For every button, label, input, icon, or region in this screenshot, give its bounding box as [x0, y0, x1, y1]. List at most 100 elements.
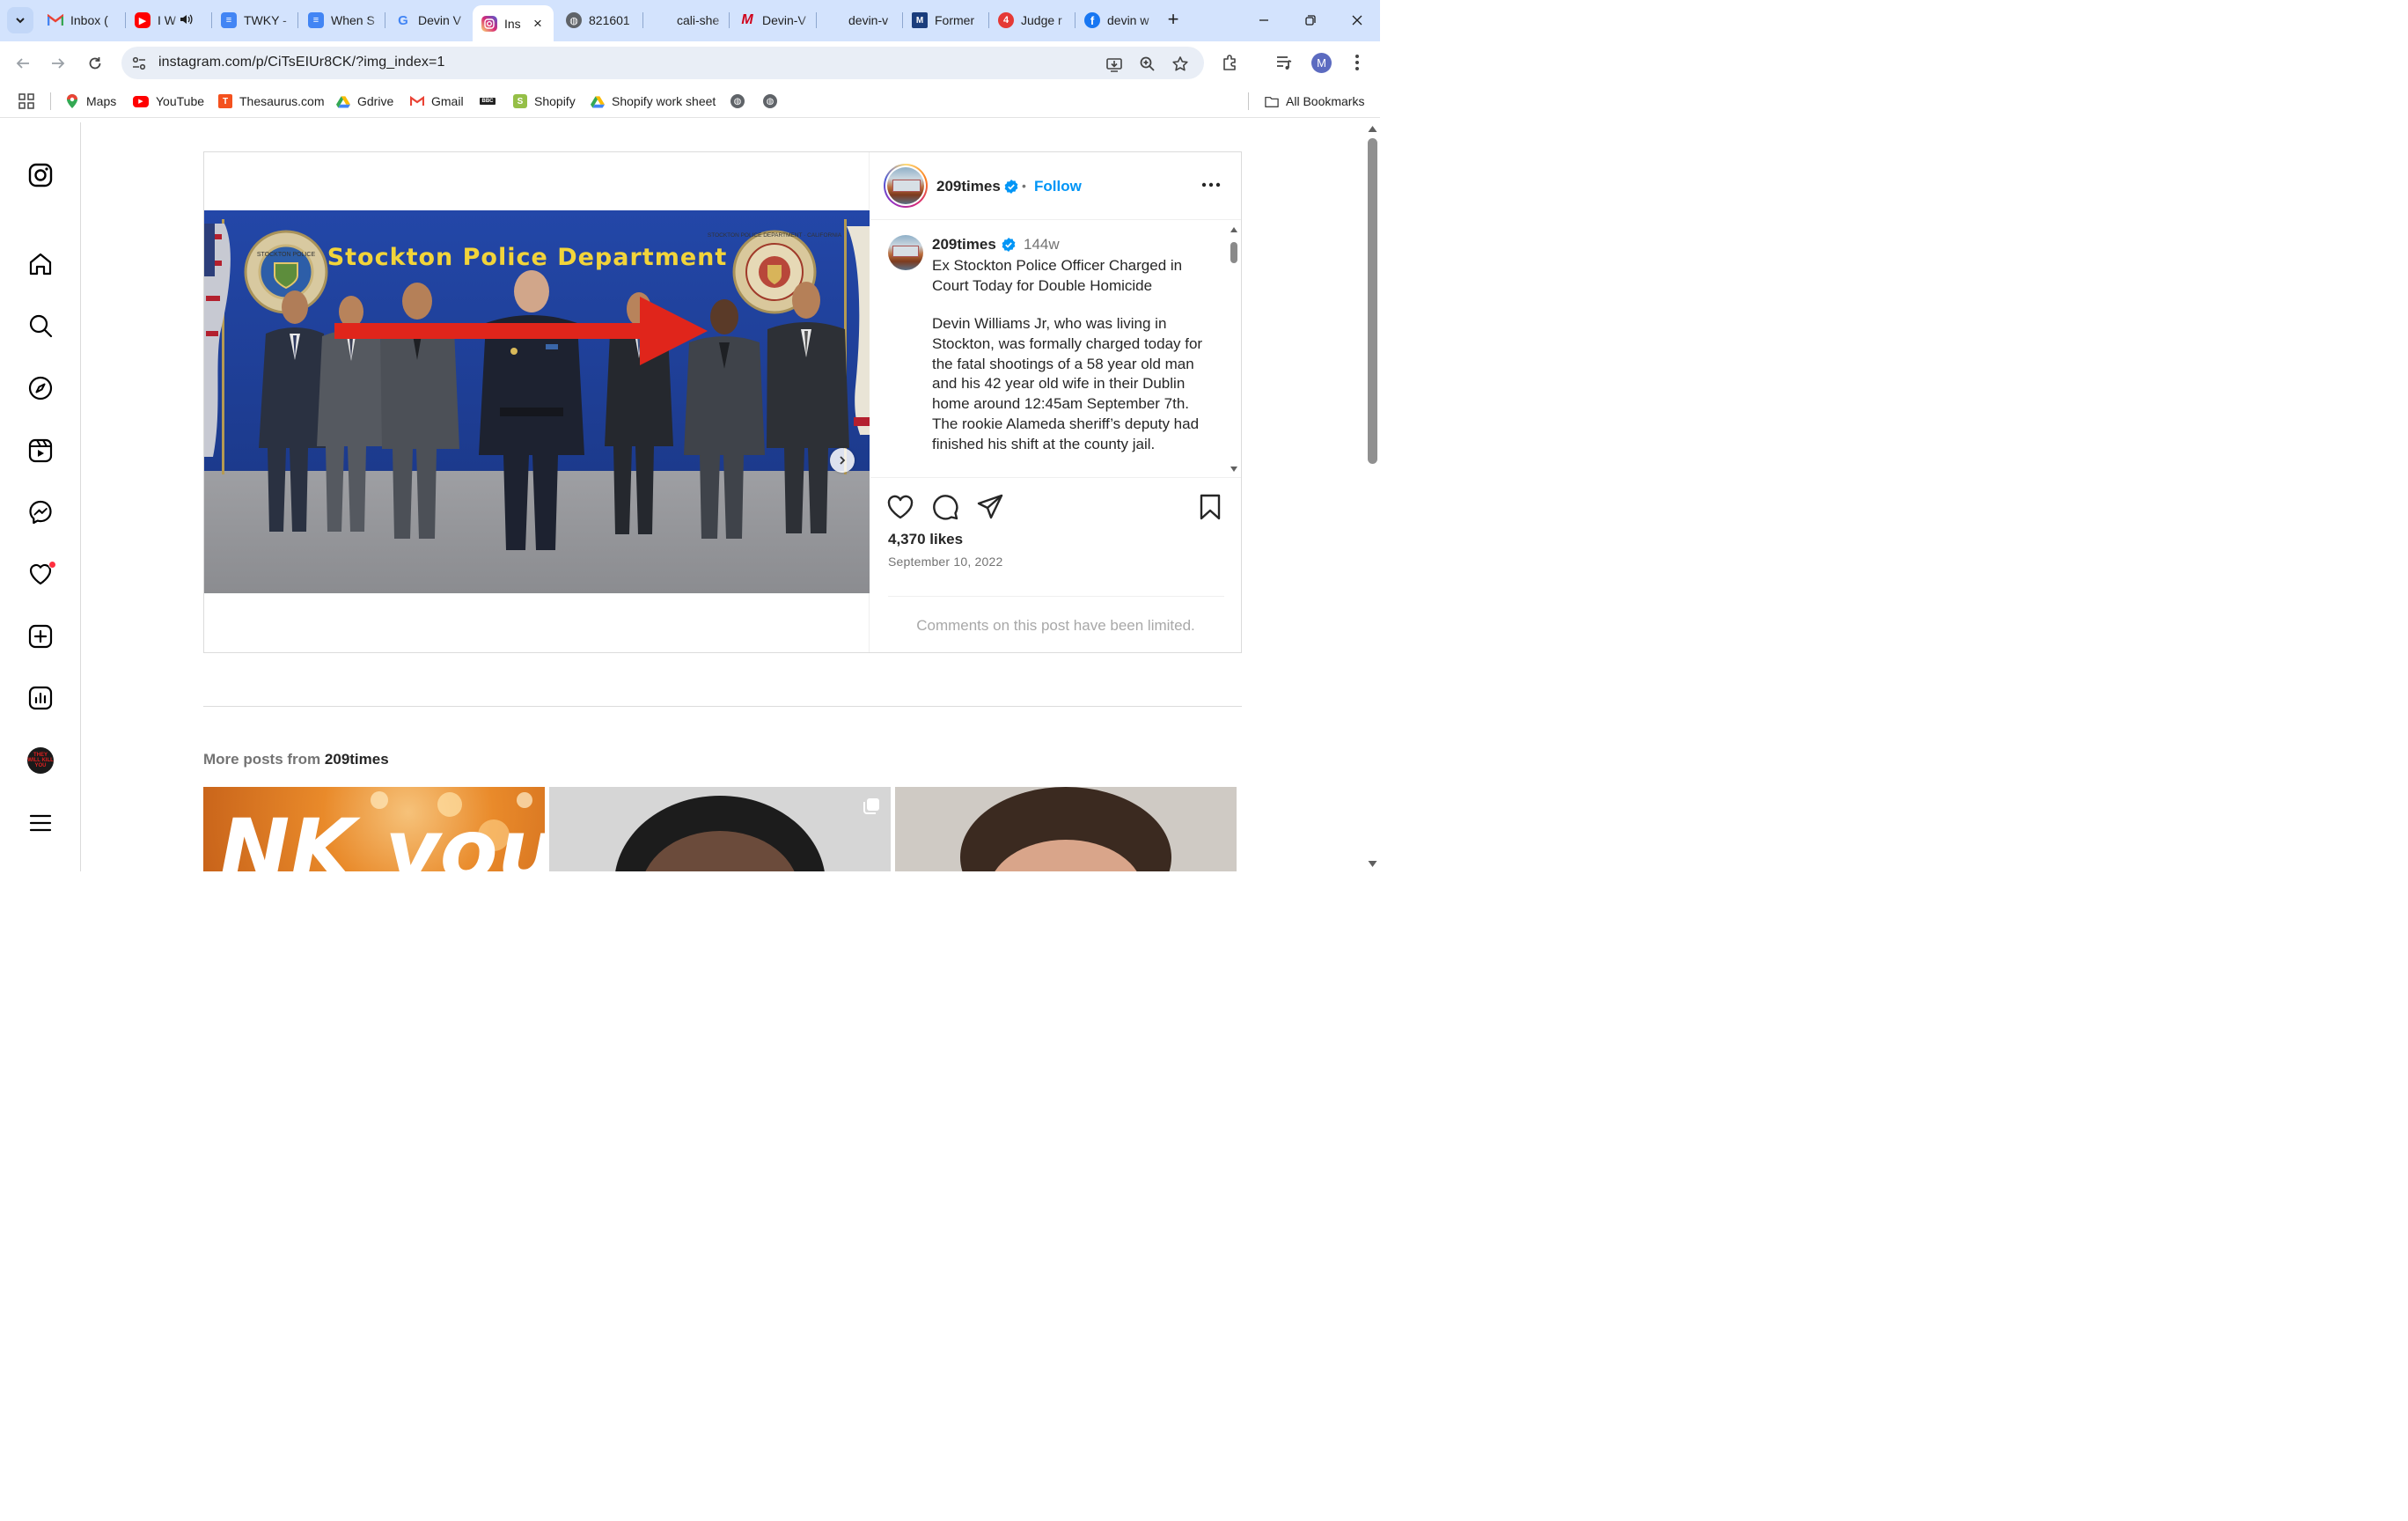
- messenger-icon[interactable]: [26, 498, 55, 526]
- post-sidebar: 209times • Follow 209times 144w Ex Stock…: [870, 152, 1241, 652]
- tab-devin-w[interactable]: devin-v: [817, 5, 901, 35]
- back-button[interactable]: [10, 50, 36, 77]
- bookmark-thesaurus[interactable]: T Thesaurus.com: [218, 92, 324, 111]
- likes-count[interactable]: 4,370 likes: [888, 531, 963, 548]
- tab-mercury-news[interactable]: M Devin-V: [730, 5, 815, 35]
- heart-icon[interactable]: [26, 560, 56, 588]
- tab-facebook[interactable]: f devin w: [1076, 5, 1160, 35]
- bookmark-shopify-work-sheet[interactable]: Shopify work sheet: [591, 92, 716, 111]
- home-icon[interactable]: [26, 250, 55, 278]
- like-icon[interactable]: [886, 493, 914, 521]
- tab-821601[interactable]: ◍ 821601: [557, 5, 642, 35]
- tab-search-button[interactable]: [7, 7, 33, 33]
- tab-google-search[interactable]: G Devin V: [386, 5, 471, 35]
- more-post-thumbnail[interactable]: [549, 787, 891, 871]
- instagram-logo-icon[interactable]: [26, 161, 55, 189]
- close-tab-icon[interactable]: ×: [531, 16, 545, 31]
- save-icon[interactable]: [1196, 493, 1224, 521]
- scroll-down-icon[interactable]: [1230, 466, 1238, 473]
- forward-button[interactable]: [45, 50, 71, 77]
- follow-button[interactable]: Follow: [1034, 178, 1082, 195]
- scroll-down-icon[interactable]: [1368, 860, 1377, 868]
- more-menu-icon[interactable]: [1347, 52, 1368, 73]
- caption-scrollbar[interactable]: [1227, 224, 1239, 474]
- author-username[interactable]: 209times: [936, 178, 1001, 195]
- carousel-next-button[interactable]: [830, 448, 855, 473]
- bookmark-gmail[interactable]: Gmail: [410, 92, 464, 111]
- menu-icon[interactable]: [26, 809, 55, 837]
- tab-docs-twky[interactable]: ≡ TWKY -: [212, 5, 297, 35]
- verified-badge-icon: [1002, 238, 1016, 252]
- restore-button[interactable]: [1297, 7, 1324, 33]
- tab-instagram[interactable]: Ins ×: [473, 5, 554, 41]
- media-controls-icon[interactable]: [1274, 52, 1295, 73]
- gmail-icon: [410, 94, 424, 108]
- close-window-button[interactable]: [1344, 7, 1370, 33]
- more-post-thumbnail[interactable]: [895, 787, 1237, 871]
- bookmarks-bar: Maps ▶ YouTube T Thesaurus.com Gdrive Gm…: [0, 84, 1380, 118]
- caption-author-avatar[interactable]: [888, 235, 923, 270]
- profile-avatar[interactable]: THEY WILL KILL YOU: [26, 746, 55, 775]
- caption-username[interactable]: 209times: [932, 236, 996, 254]
- docs-icon: ≡: [221, 12, 237, 28]
- search-icon[interactable]: [26, 312, 55, 340]
- header-separator: •: [1022, 179, 1026, 193]
- scroll-up-icon[interactable]: [1230, 226, 1238, 233]
- tab-youtube[interactable]: ▶ I W: [126, 5, 210, 35]
- bookmark-shopify[interactable]: S Shopify: [513, 92, 576, 111]
- comments-limited-notice: Comments on this post have been limited.: [916, 617, 1195, 634]
- bookmark-star-icon[interactable]: [1171, 55, 1190, 74]
- site-settings-icon[interactable]: [130, 55, 148, 72]
- story-ring[interactable]: [884, 164, 928, 208]
- reload-icon: [89, 57, 101, 70]
- bookmark-maps[interactable]: Maps: [65, 92, 116, 111]
- more-options-icon[interactable]: [1200, 173, 1222, 196]
- post-photo[interactable]: STOCKTON POLICE STOCKTON POLICE DEPARTME…: [204, 210, 870, 593]
- more-post-thumbnail[interactable]: NK you: [203, 787, 545, 871]
- insights-icon[interactable]: [26, 684, 55, 712]
- tab-title: Former: [935, 13, 975, 27]
- reload-button[interactable]: [82, 50, 108, 77]
- tab-gmail[interactable]: Inbox (: [39, 5, 123, 35]
- post-age[interactable]: 144w: [1024, 236, 1060, 254]
- comment-icon[interactable]: [931, 493, 959, 521]
- url-text[interactable]: instagram.com/p/CiTsEIUr8CK/?img_index=1: [158, 55, 444, 70]
- bookmark-gdrive[interactable]: Gdrive: [336, 92, 393, 111]
- bookmark-globe-2[interactable]: ◍: [763, 92, 777, 111]
- post-header: 209times • Follow: [870, 152, 1241, 220]
- bookmark-globe-1[interactable]: ◍: [730, 92, 745, 111]
- thesaurus-icon: T: [218, 94, 232, 108]
- tab-former[interactable]: M Former: [903, 5, 987, 35]
- tab-docs-when[interactable]: ≡ When S: [299, 5, 384, 35]
- share-icon[interactable]: [976, 493, 1004, 521]
- minimize-button[interactable]: [1251, 7, 1277, 33]
- page-scroll-thumb[interactable]: [1368, 138, 1377, 464]
- caption-scroll-thumb[interactable]: [1230, 242, 1237, 263]
- install-app-icon[interactable]: [1105, 55, 1124, 74]
- tab-judge[interactable]: 4 Judge r: [989, 5, 1074, 35]
- bookmark-bbc[interactable]: BBC: [480, 92, 496, 111]
- explore-icon[interactable]: [26, 374, 55, 402]
- instagram-post: STOCKTON POLICE STOCKTON POLICE DEPARTME…: [203, 151, 1242, 653]
- speaker-icon[interactable]: [179, 12, 193, 29]
- more-posts-username[interactable]: 209times: [325, 751, 389, 768]
- post-date[interactable]: September 10, 2022: [888, 555, 1002, 569]
- tab-strip: Inbox ( ▶ I W ≡ TWKY - ≡ When S G Devin …: [0, 0, 1380, 41]
- create-icon[interactable]: [26, 622, 55, 650]
- scroll-up-icon[interactable]: [1368, 125, 1377, 133]
- reels-icon[interactable]: [26, 437, 55, 465]
- page-scrollbar[interactable]: [1366, 122, 1380, 871]
- apps-grid-button[interactable]: [18, 92, 34, 111]
- profile-avatar-button[interactable]: M: [1311, 53, 1332, 73]
- globe-icon: ◍: [730, 94, 745, 108]
- tab-cali-sheriff[interactable]: cali-she: [643, 5, 728, 35]
- bookmark-youtube[interactable]: ▶ YouTube: [133, 92, 204, 111]
- profile-avatar-text: THEY WILL KILL YOU: [27, 747, 54, 774]
- more-posts-heading: More posts from 209times: [203, 751, 389, 768]
- all-bookmarks-button[interactable]: All Bookmarks: [1265, 92, 1364, 111]
- zoom-icon[interactable]: [1138, 55, 1157, 74]
- extensions-icon[interactable]: [1220, 52, 1241, 73]
- address-bar[interactable]: instagram.com/p/CiTsEIUr8CK/?img_index=1: [121, 47, 1204, 79]
- minimize-icon: [1259, 19, 1268, 21]
- new-tab-button[interactable]: +: [1163, 9, 1184, 32]
